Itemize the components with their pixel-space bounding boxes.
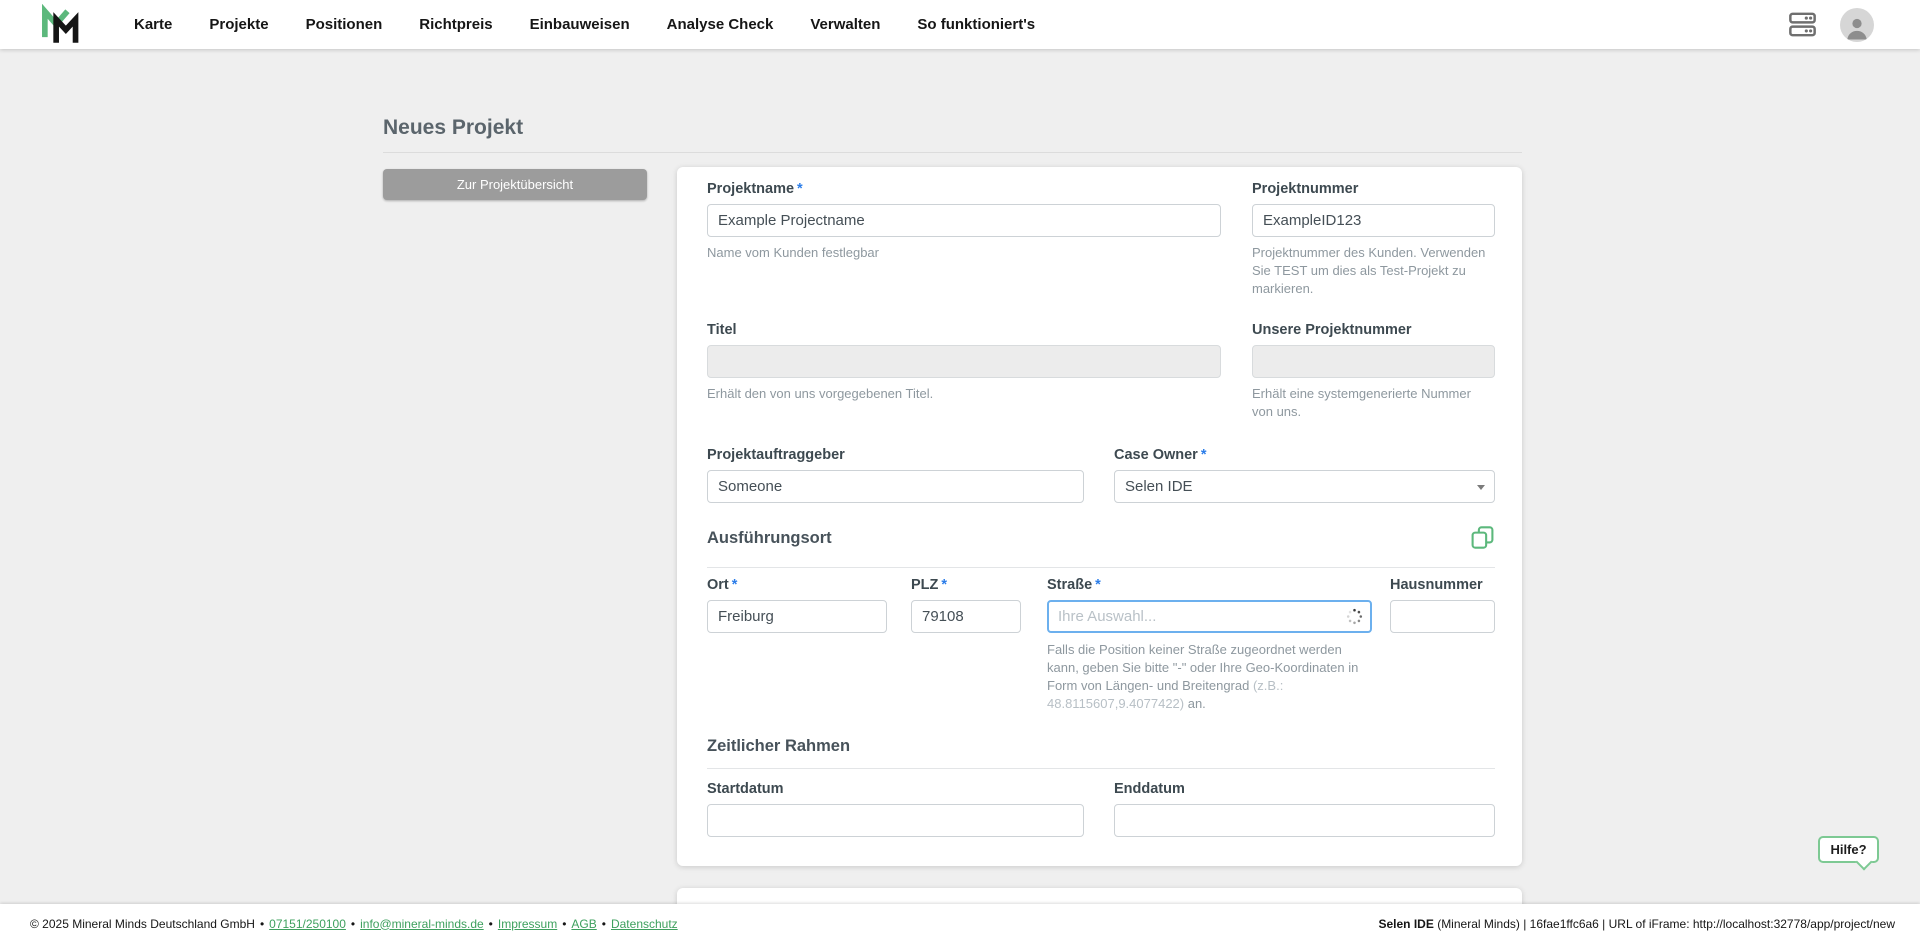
field-titel: Titel Erhält den von uns vorgegebenen Ti… (707, 322, 1221, 403)
nav-item-karte[interactable]: Karte (134, 16, 172, 33)
unsere-projektnummer-label: Unsere Projektnummer (1252, 322, 1495, 338)
main-nav: Karte Projekte Positionen Richtpreis Ein… (134, 16, 1035, 33)
strasse-input[interactable] (1047, 600, 1372, 633)
footer-phone-link[interactable]: 07151/250100 (269, 917, 346, 931)
unsere-projektnummer-help: Erhält eine systemgenerierte Nummer von … (1252, 385, 1495, 421)
projektname-help: Name vom Kunden festlegbar (707, 244, 1221, 262)
back-to-project-overview-button[interactable]: Zur Projektübersicht (383, 169, 647, 200)
titel-help: Erhält den von uns vorgegebenen Titel. (707, 385, 1221, 403)
nav-item-projekte[interactable]: Projekte (209, 16, 268, 33)
enddatum-input[interactable] (1114, 804, 1495, 837)
top-navigation-bar: Karte Projekte Positionen Richtpreis Ein… (0, 0, 1920, 49)
footer-user-name: Selen IDE (1379, 917, 1434, 931)
case-owner-select[interactable]: Selen IDE (1114, 470, 1495, 503)
startdatum-input[interactable] (707, 804, 1084, 837)
nav-item-so-funktionierts[interactable]: So funktioniert's (917, 16, 1035, 33)
strasse-help: Falls die Position keiner Straße zugeord… (1047, 641, 1377, 713)
section-zeitlicher-rahmen: Zeitlicher Rahmen (707, 737, 1495, 769)
required-asterisk: * (1095, 577, 1101, 593)
footer-datenschutz-link[interactable]: Datenschutz (611, 917, 678, 931)
person-icon (1842, 12, 1872, 42)
logo-m-icon (38, 4, 84, 46)
ort-input[interactable] (707, 600, 887, 633)
field-ort: Ort* (707, 577, 887, 633)
projektauftraggeber-input[interactable] (707, 470, 1084, 503)
nav-item-einbauweisen[interactable]: Einbauweisen (530, 16, 630, 33)
footer-impressum-link[interactable]: Impressum (498, 917, 557, 931)
mineral-minds-logo[interactable] (38, 4, 84, 46)
field-hausnummer: Hausnummer (1390, 577, 1495, 633)
hausnummer-label: Hausnummer (1390, 577, 1495, 593)
titel-input (707, 345, 1221, 378)
footer-bar: © 2025 Mineral Minds Deutschland GmbH • … (0, 904, 1920, 943)
field-projektname: Projektname* Name vom Kunden festlegbar (707, 181, 1221, 262)
projektnummer-help: Projektnummer des Kunden. Verwenden Sie … (1252, 244, 1495, 298)
footer-session-details: (Mineral Minds) | 16fae1ffc6a6 | URL of … (1434, 917, 1895, 931)
footer-agb-link[interactable]: AGB (571, 917, 596, 931)
user-avatar[interactable] (1840, 8, 1874, 42)
field-strasse: Straße* (1047, 577, 1372, 633)
projektname-label: Projektname* (707, 181, 1221, 197)
field-case-owner: Case Owner* Selen IDE (1114, 447, 1495, 503)
projektauftraggeber-label: Projektauftraggeber (707, 447, 1084, 463)
titel-label: Titel (707, 322, 1221, 338)
case-owner-selected-value: Selen IDE (1125, 478, 1193, 495)
copy-icon (1470, 525, 1495, 550)
projektnummer-input[interactable] (1252, 204, 1495, 237)
copy-location-button[interactable] (1470, 525, 1495, 553)
footer-email-link[interactable]: info@mineral-minds.de (360, 917, 484, 931)
help-button[interactable]: Hilfe? (1818, 836, 1879, 863)
plz-label: PLZ* (911, 577, 1021, 593)
footer-copyright: © 2025 Mineral Minds Deutschland GmbH (30, 917, 255, 931)
startdatum-label: Startdatum (707, 781, 1084, 797)
page-title: Neues Projekt (383, 116, 523, 140)
field-enddatum: Enddatum (1114, 781, 1495, 837)
hausnummer-input[interactable] (1390, 600, 1495, 633)
strasse-label: Straße* (1047, 577, 1372, 593)
new-project-form-card: Projektname* Name vom Kunden festlegbar … (677, 167, 1522, 866)
required-asterisk: * (732, 577, 738, 593)
projektnummer-label: Projektnummer (1252, 181, 1495, 197)
header-actions (1789, 8, 1874, 42)
required-asterisk: * (1201, 447, 1207, 463)
section-ausfuehrungsort: Ausführungsort (707, 529, 1495, 568)
enddatum-label: Enddatum (1114, 781, 1495, 797)
field-projektauftraggeber: Projektauftraggeber (707, 447, 1084, 503)
field-projektnummer: Projektnummer Projektnummer des Kunden. … (1252, 181, 1495, 298)
nav-item-analyse-check[interactable]: Analyse Check (667, 16, 774, 33)
nav-item-richtpreis[interactable]: Richtpreis (419, 16, 492, 33)
server-icon[interactable] (1789, 12, 1816, 37)
field-plz: PLZ* (911, 577, 1021, 633)
unsere-projektnummer-input (1252, 345, 1495, 378)
chevron-down-icon (1477, 485, 1485, 490)
section-ausfuehrungsort-title: Ausführungsort (707, 529, 1495, 548)
case-owner-label: Case Owner* (1114, 447, 1495, 463)
nav-item-positionen[interactable]: Positionen (306, 16, 383, 33)
section-zeitlicher-rahmen-title: Zeitlicher Rahmen (707, 737, 1495, 756)
loading-spinner-icon (1346, 608, 1363, 625)
ort-label: Ort* (707, 577, 887, 593)
required-asterisk: * (941, 577, 947, 593)
plz-input[interactable] (911, 600, 1021, 633)
footer-session-info: Selen IDE (Mineral Minds) | 16fae1ffc6a6… (1379, 917, 1896, 931)
nav-item-verwalten[interactable]: Verwalten (810, 16, 880, 33)
footer-left: © 2025 Mineral Minds Deutschland GmbH • … (30, 917, 678, 931)
field-unsere-projektnummer: Unsere Projektnummer Erhält eine systemg… (1252, 322, 1495, 421)
title-divider (383, 152, 1522, 153)
field-startdatum: Startdatum (707, 781, 1084, 837)
projektname-input[interactable] (707, 204, 1221, 237)
required-asterisk: * (797, 181, 803, 197)
